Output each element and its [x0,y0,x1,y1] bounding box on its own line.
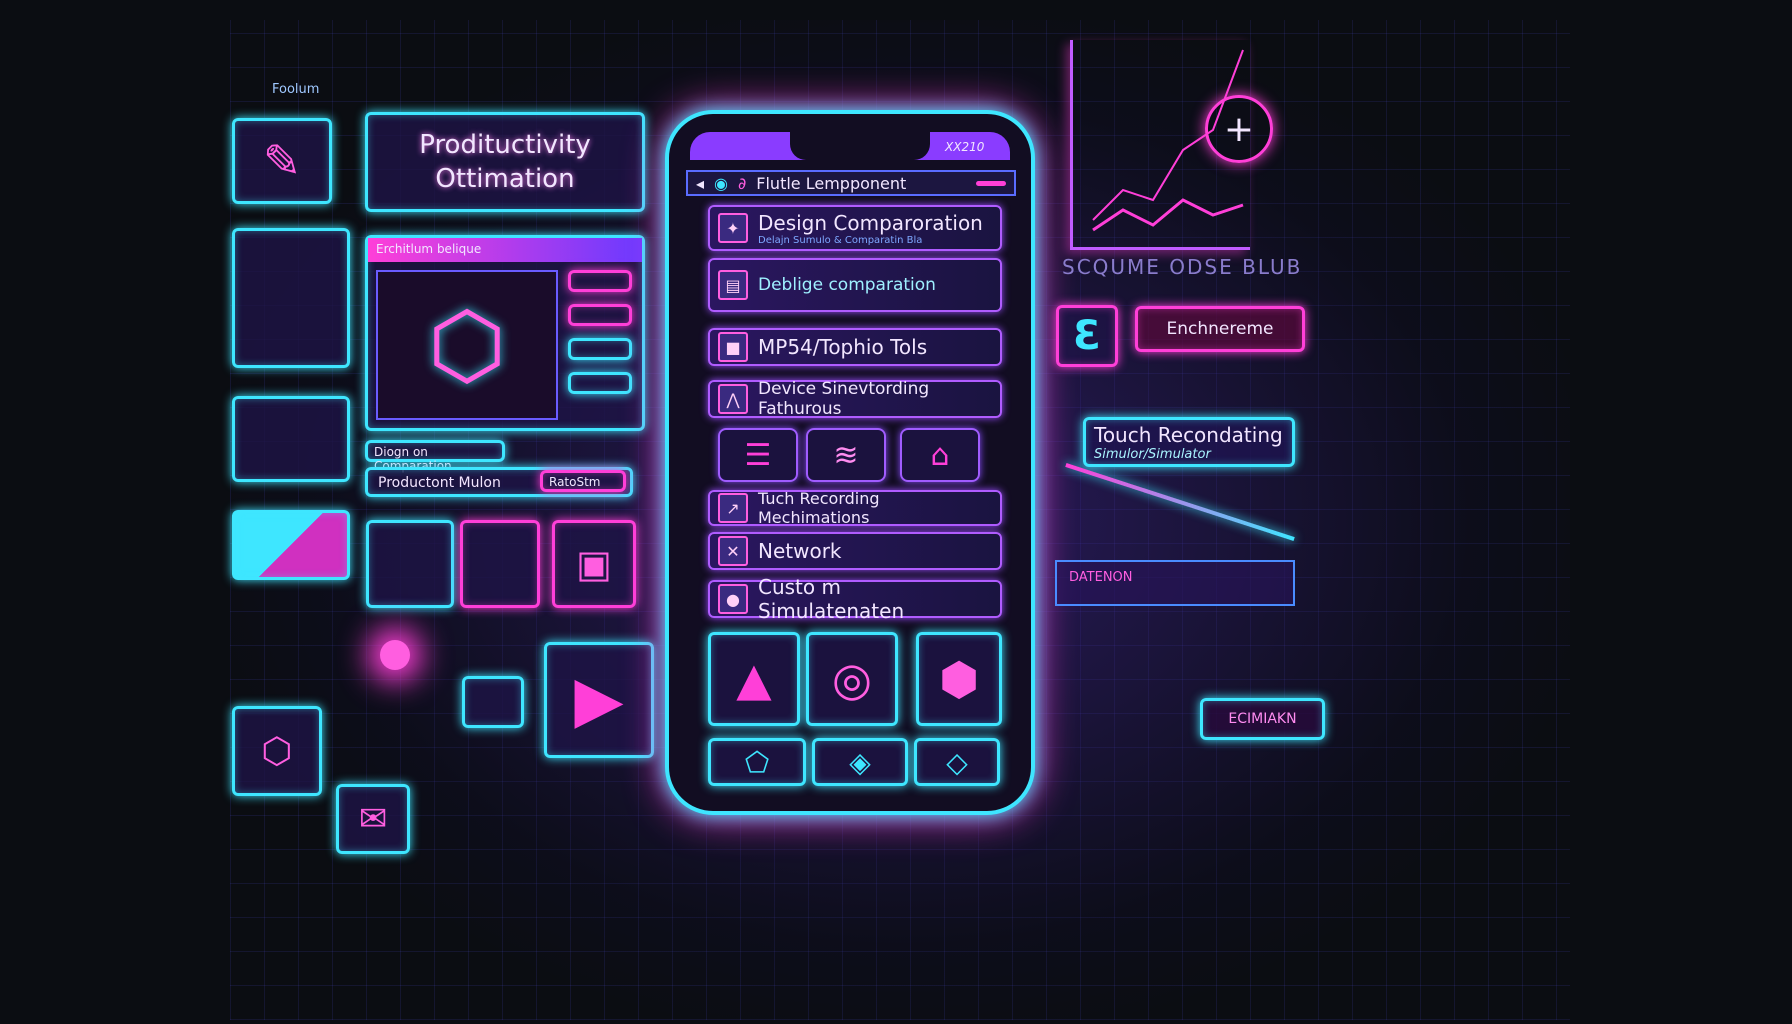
pyramid-icon: ▲ [736,652,772,706]
blob-tile[interactable] [462,676,524,728]
play-tile[interactable]: ▶ [544,642,654,758]
square-icon: ▣ [576,542,612,586]
item-subtitle: Delajn Sumulo & Comparatin Bla [758,234,923,246]
callout-label: Enchnereme [1166,319,1274,339]
layers-button[interactable]: ◈ [812,738,908,786]
touch-recording-card[interactable]: Touch Recondating Simulor/Simulator [1083,417,1295,467]
list-item-touch-recording[interactable]: ↗ Tuch Recording Mechimations [708,489,1002,527]
diamond-icon: ◇ [946,745,968,779]
chart-caption: SCQUME ODSE BLUB [1062,255,1303,279]
device-icon: ⌂ [930,437,950,473]
list-item-network[interactable]: ✕ Network [708,532,1002,570]
layers-icon: ◈ [849,745,871,779]
item-title: Custo m Simulatenaten [758,575,905,623]
list-item-custom-simulation[interactable]: ● Custo m Simulatenaten [708,575,1002,623]
wifi-button[interactable]: ≋ [806,428,886,482]
item-title: Deblige comparation [758,275,936,295]
layers-tile[interactable] [232,228,350,368]
cube-icon: ⬡ [427,292,507,398]
mail-icon: ✉ [358,799,388,839]
diamond-button[interactable]: ◇ [914,738,1000,786]
panel-slot-1[interactable] [568,270,632,292]
editor-panel-header: Erchitlum belique [368,238,642,262]
tag-button[interactable]: ECIMIAKN [1200,698,1325,740]
product-label: Productont Mulon [378,475,501,491]
item-title: Tuch Recording Mechimations [758,489,880,527]
node-tile[interactable]: ⬡ [232,706,322,796]
notch [790,132,930,160]
touch-card-subtitle: Simulor/Simulator [1094,447,1211,462]
panel-slot-4[interactable] [568,372,632,394]
wireframe-cube-viewport[interactable]: ⬡ [376,270,558,420]
dot-icon: ● [718,584,748,614]
logo-tile[interactable]: Ɛ [1056,305,1118,367]
logo-icon: Ɛ [1073,313,1101,359]
cursor-icon: ↗ [718,493,748,523]
item-title: Network [758,539,842,563]
eye-icon[interactable]: ◉ [714,174,728,193]
data-banner: DATENON [1055,560,1295,606]
hexagon-icon: ⬡ [261,730,293,772]
callout-button[interactable]: Enchnereme [1135,306,1305,352]
back-icon[interactable]: ◂ [696,174,704,193]
list-item-design-comparison[interactable]: ✦ Design Comparoration Delajn Sumulo & C… [708,205,1002,251]
raster-button[interactable]: RatoStm [540,470,626,492]
comparison-button[interactable]: Diogn on Comparation [365,440,505,473]
screen-icon: ▤ [718,270,748,300]
target-tile[interactable]: ◎ [806,632,898,726]
panel-slot-2[interactable] [568,304,632,326]
mail-tile[interactable]: ✉ [336,784,410,854]
title-card: Prodituctivity Ottimation [365,112,645,212]
editor-panel: Erchitlum belique ⬡ [365,235,645,431]
list-item-device-features[interactable]: ⋀ Device Sinevtording Fathurous [708,379,1002,419]
glow-orb [380,640,410,670]
panel-slot-3[interactable] [568,338,632,360]
link-icon: ∂ [738,173,747,193]
play-icon: ▶ [574,663,624,737]
item-title: Design Comparoration [758,210,983,235]
isometric-tile[interactable] [232,396,350,482]
shape-icon: ⬠ [744,745,770,779]
pyramid-tile[interactable]: ▲ [708,632,800,726]
square-icon: ■ [718,332,748,362]
list-item-device-comparison[interactable]: ▤ Deblige comparation [708,258,1002,312]
pencil-tile[interactable]: ✎ [232,118,332,204]
network-icon: ✕ [718,536,748,566]
app-header: ◂ ◉ ∂ Flutle Lempponent [686,170,1016,196]
hexagon-icon: ⬢ [938,652,980,706]
device-button[interactable]: ⌂ [900,428,980,482]
list-icon: ☰ [744,437,772,473]
tag-label: ECIMIAKN [1228,711,1297,727]
triangle-icon: ⋀ [718,384,748,414]
title-line-2: Ottimation [435,164,575,194]
menu-indicator[interactable] [976,180,1006,186]
hexagon-tile[interactable]: ⬢ [916,632,1002,726]
plus-icon: + [1223,108,1255,150]
pencil-icon: ✎ [262,134,302,188]
list-icon-button[interactable]: ☰ [718,428,798,482]
target-icon: ◎ [831,652,873,706]
burst-tile[interactable] [460,520,540,608]
item-title: Device Sinevtording Fathurous [758,379,930,419]
item-title: MP54/Tophio Tols [758,335,928,359]
shape-button[interactable]: ⬠ [708,738,806,786]
title-line-1: Prodituctivity [419,130,591,160]
gradient-tile[interactable] [232,510,350,580]
app-header-title: Flutle Lempponent [756,173,907,193]
grid-tile[interactable] [366,520,454,608]
wifi-icon: ≋ [833,437,859,473]
add-badge[interactable]: + [1205,95,1273,163]
spiral-tile[interactable]: ▣ [552,520,636,608]
list-item-tools[interactable]: ■ MP54/Tophio Tols [708,328,1002,366]
status-code: XX210 [945,140,985,154]
corner-label: Foolum [272,82,320,97]
sparkle-icon: ✦ [718,213,748,243]
touch-card-title: Touch Recondating [1094,423,1283,447]
